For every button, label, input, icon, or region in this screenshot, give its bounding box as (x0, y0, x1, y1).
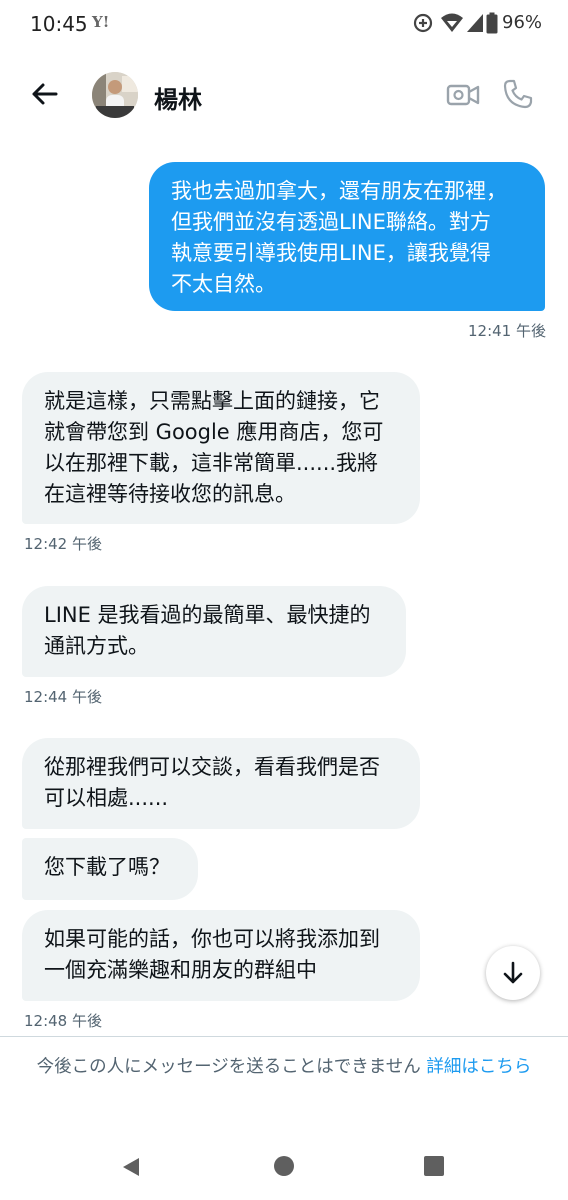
wifi-icon (440, 12, 464, 38)
data-saver-icon (412, 12, 434, 38)
message-line: 我也去過加拿大，還有朋友在那裡， (171, 179, 507, 203)
triangle-back-icon (123, 1158, 139, 1176)
system-navigation-bar (0, 1134, 568, 1200)
dm-conversation-screen: 10:45 Y! 96% 楊林 我也去過加拿大，還有朋友在那裡， 但我們並沒有透… (0, 0, 568, 1200)
nav-home-button[interactable] (274, 1156, 294, 1176)
contact-name[interactable]: 楊林 (154, 80, 202, 115)
yahoo-notification-icon: Y! (92, 13, 110, 31)
status-bar: 10:45 Y! 96% (0, 0, 568, 48)
message-bubble-incoming[interactable]: LINE 是我看過的最簡單、最快捷的 通訊方式。 (22, 586, 406, 677)
back-button[interactable] (26, 76, 62, 112)
status-time: 10:45 (30, 12, 88, 36)
phone-icon (503, 79, 533, 109)
notice-text: 今後この人にメッセージを送ることはできません (36, 1057, 421, 1077)
signal-icon (466, 12, 484, 38)
message-line: 從那裡我們可以交談，看看我們是否 (44, 755, 380, 779)
message-timestamp: 12:42 午後 (24, 535, 102, 553)
message-timestamp: 12:48 午後 (24, 1012, 102, 1030)
nav-recents-button[interactable] (424, 1156, 444, 1176)
message-bubble-incoming[interactable]: 從那裡我們可以交談，看看我們是否 可以相處...... (22, 738, 420, 829)
nav-back-button[interactable] (120, 1156, 142, 1182)
message-bubble-incoming[interactable]: 您下載了嗎？ (22, 838, 198, 900)
back-arrow-icon (32, 83, 58, 105)
battery-percent: 96% (502, 12, 543, 33)
message-line: 在這裡等待接收您的訊息。 (44, 482, 296, 506)
message-line: 以在那裡下載，這非常簡單......我將 (44, 451, 379, 475)
phone-call-button[interactable] (502, 78, 534, 110)
conversation-header: 楊林 (0, 50, 568, 140)
video-call-button[interactable] (446, 80, 480, 110)
message-line: 您下載了嗎？ (44, 855, 170, 879)
message-line: 就是這樣，只需點擊上面的鏈接，它 (44, 389, 380, 413)
divider (0, 1036, 568, 1037)
video-call-icon (446, 84, 480, 106)
message-line: 可以相處...... (44, 786, 169, 810)
message-line: 通訊方式。 (44, 634, 149, 658)
message-timestamp: 12:41 午後 (468, 322, 546, 340)
message-bubble-outgoing[interactable]: 我也去過加拿大，還有朋友在那裡， 但我們並沒有透過LINE聯絡。對方 執意要引導… (149, 162, 545, 311)
message-timestamp: 12:44 午後 (24, 688, 102, 706)
message-bubble-incoming[interactable]: 就是這樣，只需點擊上面的鏈接，它 就會帶您到 Google 應用商店，您可 以在… (22, 372, 420, 524)
scroll-to-bottom-button[interactable] (486, 946, 540, 1000)
message-line: LINE 是我看過的最簡單、最快捷的 (44, 603, 371, 627)
message-line: 如果可能的話，你也可以將我添加到 (44, 927, 380, 951)
message-line: 一個充滿樂趣和朋友的群組中 (44, 958, 317, 982)
learn-more-link[interactable]: 詳細はこちら (426, 1057, 531, 1077)
message-line: 執意要引導我使用LINE，讓我覺得 (171, 241, 491, 265)
battery-icon (486, 12, 498, 38)
message-line: 不太自然。 (171, 272, 276, 296)
arrow-down-icon (503, 961, 523, 984)
avatar[interactable] (92, 72, 138, 118)
message-bubble-incoming[interactable]: 如果可能的話，你也可以將我添加到 一個充滿樂趣和朋友的群組中 (22, 910, 420, 1001)
message-line: 就會帶您到 Google 應用商店，您可 (44, 420, 384, 444)
cannot-message-notice: 今後この人にメッセージを送ることはできません 詳細はこちら (20, 1054, 548, 1081)
message-line: 但我們並沒有透過LINE聯絡。對方 (171, 210, 491, 234)
